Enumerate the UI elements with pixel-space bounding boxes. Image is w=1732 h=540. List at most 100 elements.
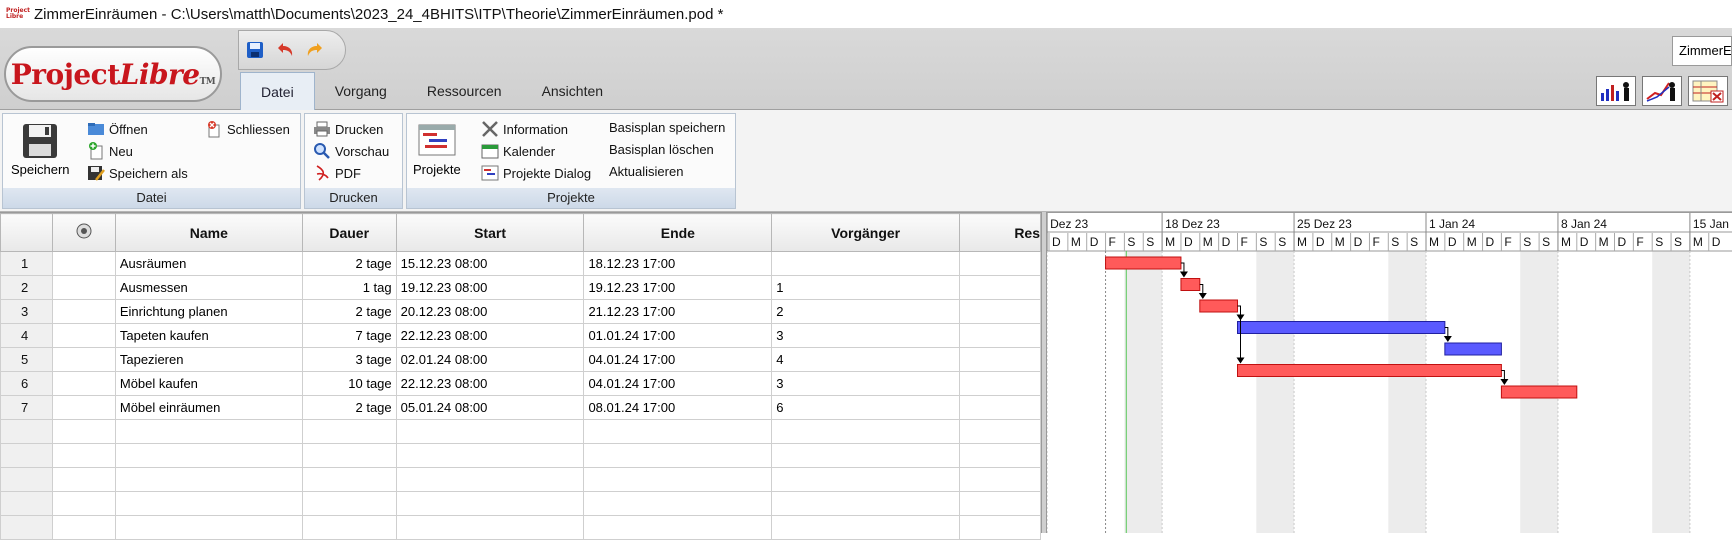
empty-table-row[interactable] [0,443,1041,468]
baseline-delete-button[interactable]: Basisplan löschen [609,142,714,157]
task-usage-icon[interactable] [1688,76,1728,106]
empty-cell[interactable] [583,515,773,540]
task-start-cell[interactable]: 20.12.23 08:00 [395,299,585,324]
task-resources-cell[interactable] [959,275,1041,300]
empty-table-row[interactable] [0,491,1041,516]
empty-cell[interactable] [51,419,116,444]
header-name[interactable]: Name [114,213,303,252]
task-duration-cell[interactable]: 1 tag [301,275,397,300]
empty-cell[interactable] [959,443,1041,468]
resource-usage-icon[interactable] [1642,76,1682,106]
task-name-cell[interactable]: Möbel kaufen [114,371,303,396]
empty-cell[interactable] [301,515,397,540]
task-end-cell[interactable]: 01.01.24 17:00 [583,323,773,348]
task-end-cell[interactable]: 19.12.23 17:00 [583,275,773,300]
close-project-button[interactable]: Schliessen [205,120,290,138]
task-name-cell[interactable]: Ausräumen [114,251,303,276]
projects-dialog-button[interactable]: Projekte Dialog [481,164,591,182]
pdf-button[interactable]: PDF [313,164,361,182]
empty-cell[interactable] [114,419,303,444]
task-name-cell[interactable]: Möbel einräumen [114,395,303,420]
redo-icon[interactable] [305,40,325,60]
row-number[interactable] [0,443,53,468]
table-row[interactable]: 1 Ausräumen 2 tage 15.12.23 08:00 18.12.23 1… [0,251,1041,276]
tab-ansichten[interactable]: Ansichten [522,72,623,110]
task-end-cell[interactable]: 08.01.24 17:00 [583,395,773,420]
header-end[interactable]: Ende [583,213,773,252]
task-duration-cell[interactable]: 7 tage [301,323,397,348]
task-start-cell[interactable]: 02.01.24 08:00 [395,347,585,372]
task-start-cell[interactable]: 15.12.23 08:00 [395,251,585,276]
empty-cell[interactable] [301,467,397,492]
task-name-cell[interactable]: Ausmessen [114,275,303,300]
empty-cell[interactable] [771,443,961,468]
empty-cell[interactable] [51,443,116,468]
table-row[interactable]: 6 Möbel kaufen 10 tage 22.12.23 08:00 04.01.… [0,371,1041,396]
print-button[interactable]: Drucken [313,120,383,138]
empty-cell[interactable] [51,491,116,516]
save-button[interactable]: Speichern [11,120,70,177]
empty-cell[interactable] [114,467,303,492]
task-resources-cell[interactable] [959,323,1041,348]
preview-button[interactable]: Vorschau [313,142,389,160]
empty-cell[interactable] [395,515,585,540]
tab-datei[interactable]: Datei [240,72,315,110]
task-duration-cell[interactable]: 2 tage [301,395,397,420]
header-rownum[interactable] [0,213,53,252]
empty-cell[interactable] [301,443,397,468]
empty-cell[interactable] [959,467,1041,492]
task-start-cell[interactable]: 19.12.23 08:00 [395,275,585,300]
table-row[interactable]: 5 Tapezieren 3 tage 02.01.24 08:00 04.01.24 … [0,347,1041,372]
empty-cell[interactable] [583,443,773,468]
open-button[interactable]: Öffnen [87,120,148,138]
task-end-cell[interactable]: 04.01.24 17:00 [583,371,773,396]
empty-cell[interactable] [771,491,961,516]
empty-cell[interactable] [395,467,585,492]
empty-cell[interactable] [114,443,303,468]
empty-table-row[interactable] [0,515,1041,540]
task-resources-cell[interactable] [959,299,1041,324]
empty-table-row[interactable] [0,419,1041,444]
save-as-button[interactable]: Speichern als [87,164,188,182]
empty-cell[interactable] [771,515,961,540]
header-start[interactable]: Start [395,213,585,252]
table-row[interactable]: 3 Einrichtung planen 2 tage 20.12.23 08:00 2… [0,299,1041,324]
task-resources-cell[interactable] [959,371,1041,396]
task-name-cell[interactable]: Tapeten kaufen [114,323,303,348]
row-number[interactable] [0,491,53,516]
task-resources-cell[interactable] [959,395,1041,420]
row-number[interactable]: 2 [0,275,53,300]
empty-cell[interactable] [395,443,585,468]
histogram-view-icon[interactable] [1596,76,1636,106]
row-number[interactable] [0,515,53,540]
row-number[interactable]: 1 [0,251,53,276]
task-start-cell[interactable]: 22.12.23 08:00 [395,323,585,348]
task-duration-cell[interactable]: 3 tage [301,347,397,372]
header-resources[interactable]: Res [959,213,1041,252]
table-row[interactable]: 2 Ausmessen 1 tag 19.12.23 08:00 19.12.23 17… [0,275,1041,300]
row-number[interactable]: 7 [0,395,53,420]
row-number[interactable] [0,419,53,444]
task-predecessors-cell[interactable]: 2 [771,299,961,324]
task-predecessors-cell[interactable]: 3 [771,371,961,396]
row-number[interactable]: 4 [0,323,53,348]
empty-cell[interactable] [583,419,773,444]
empty-cell[interactable] [583,491,773,516]
task-predecessors-cell[interactable]: 3 [771,323,961,348]
refresh-button[interactable]: Aktualisieren [609,164,683,179]
task-resources-cell[interactable] [959,251,1041,276]
header-predecessors[interactable]: Vorgänger [771,213,961,252]
task-resources-cell[interactable] [959,347,1041,372]
task-predecessors-cell[interactable] [771,251,961,276]
calendar-button[interactable]: Kalender [481,142,555,160]
header-duration[interactable]: Dauer [301,213,397,252]
table-row[interactable]: 4 Tapeten kaufen 7 tage 22.12.23 08:00 01.01… [0,323,1041,348]
empty-table-row[interactable] [0,467,1041,492]
project-selector[interactable]: ZimmerEinräumen [1672,36,1732,66]
task-duration-cell[interactable]: 2 tage [301,299,397,324]
task-start-cell[interactable]: 22.12.23 08:00 [395,371,585,396]
task-duration-cell[interactable]: 10 tage [301,371,397,396]
row-number[interactable]: 5 [0,347,53,372]
projectlibre-logo[interactable]: ProjectLibreTM [4,46,222,102]
task-predecessors-cell[interactable]: 1 [771,275,961,300]
